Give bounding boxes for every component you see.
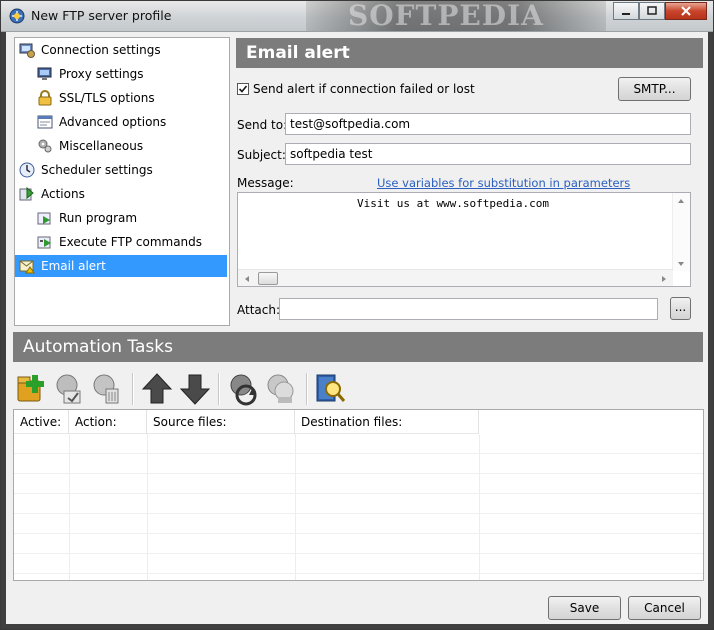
watermark-logo: SOFTPEDIA [306,1,606,31]
scroll-down-arrow-icon [678,262,684,266]
send-alert-label[interactable]: Send alert if connection failed or lost [253,82,475,96]
move-up-icon[interactable] [140,371,174,407]
clock-icon [19,162,35,178]
window-settings-icon [37,115,53,129]
ftp-commands-icon [37,236,51,249]
run-task-icon[interactable] [226,371,260,407]
tree-item-label: Email alert [41,259,106,273]
smtp-button[interactable]: SMTP... [618,77,691,101]
move-down-icon[interactable] [178,371,212,407]
tree-item-label: SSL/TLS options [59,91,155,105]
table-row[interactable] [14,494,703,514]
email-alert-icon [19,260,35,274]
checkmark-icon [238,85,248,93]
tasks-grid[interactable]: Active: Action: Source files: Destinatio… [13,409,704,581]
title-bar[interactable]: New FTP server profile SOFTPEDIA [1,1,713,32]
monitor-network-icon [37,67,52,80]
send-to-label: Send to: [237,118,288,132]
search-log-icon[interactable] [314,371,348,407]
message-text: Visit us at www.softpedia.com [356,197,550,210]
tree-item-connection-settings[interactable]: Connection settings [19,39,161,61]
subject-field[interactable]: softpedia test [285,143,691,165]
column-header-action[interactable]: Action: [69,410,147,434]
attach-field[interactable] [279,298,658,320]
tree-item-ssl-tls-options[interactable]: SSL/TLS options [37,87,155,109]
cancel-button[interactable]: Cancel [628,596,701,620]
table-row[interactable] [14,554,703,574]
subject-label: Subject: [237,148,286,162]
actions-icon [19,186,34,201]
minimize-button[interactable] [613,2,639,20]
delete-task-icon[interactable] [90,371,124,407]
table-row[interactable] [14,434,703,454]
send-to-field[interactable]: test@softpedia.com [285,113,691,135]
column-header-active[interactable]: Active: [14,410,69,434]
scroll-up-arrow-icon [678,199,684,203]
app-icon [9,8,25,24]
ftp-profile-window: New FTP server profile SOFTPEDIA Connect… [0,0,714,630]
window-title: New FTP server profile [31,8,172,23]
tree-item-label: Execute FTP commands [59,235,203,249]
add-task-icon[interactable] [14,371,48,407]
browse-attachment-button[interactable]: ... [670,297,691,320]
message-vertical-scrollbar[interactable] [672,193,690,271]
column-header-destination-files[interactable]: Destination files: [295,410,479,434]
run-program-icon [37,212,51,225]
computer-gear-icon [19,43,35,58]
toolbar-separator [306,373,308,405]
minimize-icon [622,13,630,15]
close-icon [681,6,691,16]
scroll-thumb[interactable] [258,272,278,285]
tree-item-label: Connection settings [41,43,161,57]
table-row[interactable] [14,474,703,494]
toolbar-separator [132,373,134,405]
tree-item-label: Actions [41,187,85,201]
caption-buttons [613,2,707,21]
automation-tasks-header: Automation Tasks [13,332,703,362]
message-textarea[interactable]: Visit us at www.softpedia.com [237,192,691,287]
close-button[interactable] [665,2,707,20]
tree-item-advanced-options[interactable]: Advanced options [37,111,166,133]
tree-item-email-alert[interactable]: Email alert [15,255,227,277]
table-row[interactable] [14,534,703,554]
save-button[interactable]: Save [548,596,621,620]
scroll-right-arrow-icon [662,276,666,282]
maximize-button[interactable] [639,2,665,20]
column-header-source-files[interactable]: Source files: [147,410,295,434]
tree-item-label: Scheduler settings [41,163,153,177]
send-alert-checkbox[interactable] [237,83,249,95]
settings-tree[interactable]: Connection settings Proxy settings SSL/T… [14,37,230,326]
dialog-client-area: Connection settings Proxy settings SSL/T… [6,32,708,624]
message-label: Message: [237,176,294,190]
tree-item-miscellaneous[interactable]: Miscellaneous [37,135,143,157]
tree-item-run-program[interactable]: Run program [37,207,137,229]
tree-item-execute-ftp-commands[interactable]: Execute FTP commands [37,231,202,253]
watermark-text: SOFTPEDIA [348,1,544,31]
tree-item-label: Proxy settings [59,67,144,81]
scroll-left-arrow-icon [245,276,249,282]
table-row[interactable] [14,454,703,474]
attach-label: Attach: [237,303,281,317]
gears-icon [38,139,52,153]
variables-link[interactable]: Use variables for substitution in parame… [377,176,630,190]
message-horizontal-scrollbar[interactable] [238,269,673,286]
tree-item-label: Advanced options [59,115,167,129]
tree-item-label: Miscellaneous [59,139,144,153]
email-alert-header: Email alert [236,38,703,68]
maximize-icon [647,6,657,15]
tree-item-proxy-settings[interactable]: Proxy settings [37,63,144,85]
padlock-icon [38,90,52,106]
tree-item-label: Run program [59,211,138,225]
table-row[interactable] [14,514,703,534]
tree-item-actions[interactable]: Actions [19,183,85,205]
clone-task-icon[interactable] [264,371,298,407]
tree-item-scheduler-settings[interactable]: Scheduler settings [19,159,153,181]
edit-task-icon[interactable] [52,371,86,407]
toolbar-separator [218,373,220,405]
